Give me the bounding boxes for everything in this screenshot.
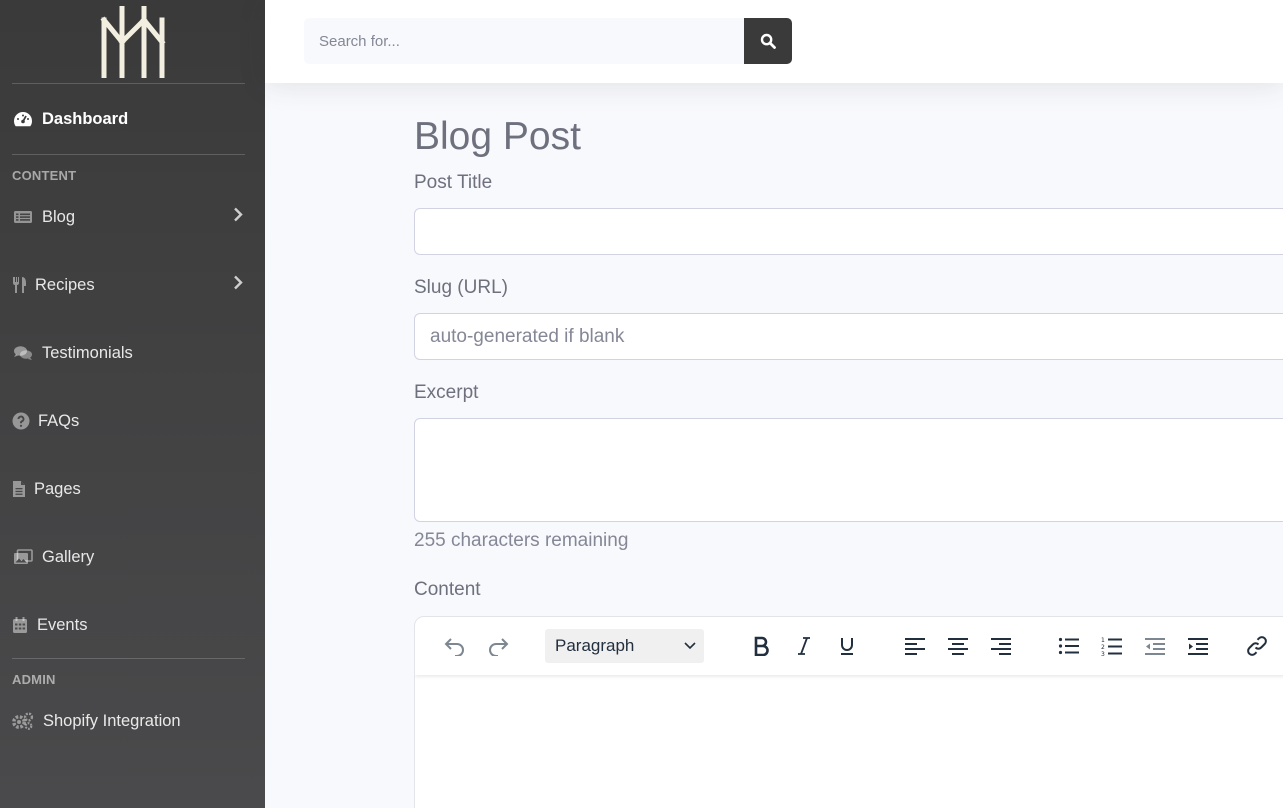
sidebar-item-testimonials[interactable]: Testimonials [0, 319, 265, 387]
chevron-right-icon [233, 207, 243, 227]
sidebar-item-dashboard[interactable]: Dashboard [0, 84, 265, 154]
sidebar-item-label: Dashboard [42, 109, 129, 128]
sidebar-item-label: Recipes [35, 275, 95, 294]
bullet-list-button[interactable] [1049, 628, 1089, 664]
search-form [304, 18, 792, 64]
sidebar-item-pages[interactable]: Pages [0, 455, 265, 523]
align-right-button[interactable] [981, 628, 1021, 664]
italic-button[interactable] [784, 628, 824, 664]
post-title-input[interactable] [414, 208, 1283, 255]
sidebar-item-label: Events [37, 615, 88, 634]
svg-text:2: 2 [1101, 644, 1105, 651]
redo-button[interactable] [478, 628, 518, 664]
editor-toolbar: Paragraph 1 2 3 [415, 617, 1283, 675]
indent-button[interactable] [1178, 628, 1218, 664]
italic-icon [798, 637, 810, 655]
outdent-button[interactable] [1135, 628, 1175, 664]
sidebar-item-label: Pages [34, 479, 81, 498]
sidebar-item-events[interactable]: Events [0, 591, 265, 659]
sidebar-item-blog[interactable]: Blog [0, 183, 265, 251]
numbered-list-icon: 123 [1101, 637, 1122, 656]
excerpt-textarea[interactable] [414, 418, 1283, 522]
sidebar-item-recipes[interactable]: Recipes [0, 251, 265, 319]
outdent-icon [1145, 638, 1165, 655]
block-format-select[interactable]: Paragraph [545, 629, 704, 663]
sidebar-item-shopify-integration[interactable]: Shopify Integration [0, 687, 265, 755]
brand-logo[interactable] [0, 0, 265, 83]
file-icon [12, 480, 26, 498]
sidebar-item-label: Shopify Integration [43, 711, 181, 730]
editor-body[interactable] [415, 675, 1283, 808]
link-button[interactable] [1237, 628, 1277, 664]
svg-text:3: 3 [1101, 651, 1105, 656]
bold-button[interactable] [741, 628, 781, 664]
underline-button[interactable] [827, 628, 867, 664]
align-left-icon [905, 638, 925, 655]
sidebar-item-gallery[interactable]: Gallery [0, 523, 265, 591]
numbered-list-button[interactable]: 123 [1092, 628, 1132, 664]
sidebar: Dashboard CONTENT Blog Recipes Testimoni… [0, 0, 265, 808]
redo-icon [489, 638, 509, 656]
sidebar-item-label: Gallery [42, 547, 95, 566]
indent-icon [1188, 638, 1208, 655]
search-icon [760, 33, 776, 49]
sidebar-heading-content: CONTENT [12, 168, 77, 183]
content-label: Content [414, 579, 481, 600]
rich-text-editor: Paragraph 1 2 3 [414, 616, 1283, 808]
bold-icon [754, 636, 769, 656]
chevron-right-icon [233, 275, 243, 295]
search-button[interactable] [744, 18, 792, 64]
tachometer-icon [12, 110, 34, 128]
sidebar-item-label: Blog [42, 207, 76, 226]
sidebar-item-faqs[interactable]: FAQs [0, 387, 265, 455]
align-left-button[interactable] [895, 628, 935, 664]
undo-icon [444, 638, 464, 656]
images-icon [12, 548, 34, 566]
excerpt-label: Excerpt [414, 382, 479, 403]
chevron-down-icon [684, 642, 696, 650]
logo-icon [99, 5, 166, 78]
align-center-icon [948, 638, 968, 655]
underline-icon [841, 638, 853, 655]
page-title: Blog Post [414, 115, 581, 158]
cogs-icon [12, 712, 34, 730]
search-input[interactable] [304, 18, 744, 64]
post-title-label: Post Title [414, 172, 493, 193]
sidebar-item-label: Testimonials [42, 343, 133, 362]
topbar [265, 0, 1283, 83]
question-circle-icon [12, 412, 30, 430]
link-icon [1247, 636, 1267, 656]
svg-text:1: 1 [1101, 637, 1105, 644]
undo-button[interactable] [435, 628, 475, 664]
bullet-list-icon [1058, 637, 1079, 655]
list-alt-icon [12, 208, 34, 226]
comments-icon [12, 344, 34, 362]
align-center-button[interactable] [938, 628, 978, 664]
calendar-icon [12, 616, 28, 634]
excerpt-char-counter: 255 characters remaining [414, 530, 629, 551]
block-format-value: Paragraph [555, 636, 635, 655]
slug-input[interactable] [414, 313, 1283, 360]
slug-label: Slug (URL) [414, 277, 508, 298]
utensils-icon [12, 276, 28, 294]
align-right-icon [991, 638, 1011, 655]
sidebar-item-label: FAQs [38, 411, 80, 430]
sidebar-heading-admin: ADMIN [12, 672, 56, 687]
